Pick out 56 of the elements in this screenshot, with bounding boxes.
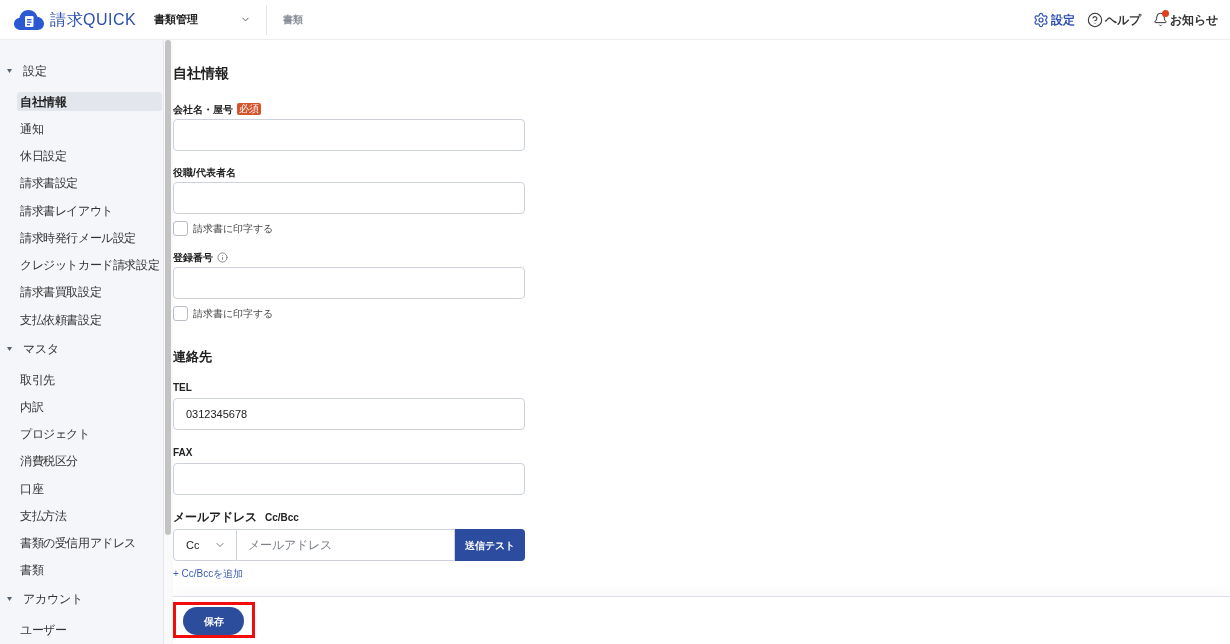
- sidebar-nav-item[interactable]: 休日設定: [17, 146, 162, 166]
- sidebar-nav-item[interactable]: 書類の受信用アドレス: [17, 533, 162, 553]
- sidebar-section-header[interactable]: マスタ: [0, 339, 163, 358]
- sidebar-nav-item[interactable]: 通知: [17, 119, 162, 139]
- sidebar-nav-item[interactable]: プロジェクト: [17, 424, 162, 444]
- field-label: 役職/代表者名: [173, 165, 236, 180]
- sidebar-nav-item[interactable]: クレジットカード請求設定: [17, 255, 162, 275]
- sidebar-nav-item[interactable]: 請求書設定: [17, 173, 162, 193]
- field-label: TEL: [173, 380, 193, 394]
- save-button[interactable]: 保存: [183, 607, 244, 635]
- checkbox-label: 請求書に印字する: [193, 307, 273, 321]
- sidebar-nav-item[interactable]: 請求書買取設定: [17, 282, 162, 302]
- sidebar-nav-item[interactable]: 書類: [17, 560, 162, 580]
- cloud-document-logo-icon: [14, 9, 44, 30]
- field-label: FAX: [173, 445, 194, 459]
- send-test-button[interactable]: 送信テスト: [455, 529, 525, 561]
- required-tag: 必須: [237, 103, 261, 115]
- sidebar-nav-item[interactable]: 取引先: [17, 370, 162, 389]
- sidebar-nav-item[interactable]: 請求時発行メール設定: [17, 228, 162, 248]
- settings-icon: [1033, 11, 1049, 28]
- text-input[interactable]: 0312345678: [173, 398, 525, 430]
- field-sublabel: Cc/Bcc: [265, 510, 299, 525]
- add-cc-bcc-link[interactable]: + Cc/Bccを追加: [173, 565, 244, 581]
- email-input[interactable]: メールアドレス: [237, 529, 455, 561]
- sidebar-nav-item[interactable]: 請求書レイアウト: [17, 201, 162, 220]
- text-input[interactable]: [173, 119, 525, 151]
- section-title: 連絡先: [173, 348, 213, 367]
- text-input[interactable]: [173, 267, 525, 299]
- field-label: メールアドレス: [173, 509, 257, 526]
- sidebar-nav-item[interactable]: 支払依頼書設定: [17, 310, 162, 329]
- bell-icon: [1153, 12, 1168, 27]
- sidebar-nav-item[interactable]: 自社情報: [17, 92, 162, 111]
- sidebar-nav-item[interactable]: ユーザー: [17, 620, 162, 640]
- header-settings-button[interactable]: 設定: [1033, 10, 1075, 29]
- info-icon[interactable]: [217, 251, 228, 263]
- text-input[interactable]: [173, 463, 525, 495]
- text-input[interactable]: [173, 182, 525, 214]
- sidebar-nav-item[interactable]: 消費税区分: [17, 451, 162, 471]
- checkbox[interactable]: [173, 221, 188, 236]
- section-title: 自社情報: [173, 63, 230, 83]
- scrollbar-thumb[interactable]: [165, 40, 171, 535]
- sidebar-nav-item[interactable]: 支払方法: [17, 506, 162, 526]
- checkbox-label: 請求書に印字する: [193, 222, 273, 236]
- app-switcher-dropdown[interactable]: 書類管理: [154, 7, 255, 32]
- sidebar-section-header[interactable]: アカウント: [0, 589, 163, 609]
- help-icon: [1087, 11, 1103, 28]
- checkbox[interactable]: [173, 306, 188, 321]
- cc-select[interactable]: Cc: [173, 529, 237, 561]
- sidebar-nav-item[interactable]: 内訳: [17, 397, 162, 417]
- header-help-button[interactable]: ヘルプ: [1087, 10, 1141, 29]
- field-label: 登録番号: [173, 250, 213, 265]
- app-logo-text: 請求QUICK: [50, 11, 137, 28]
- field-label: 会社名・屋号: [173, 102, 233, 117]
- sidebar-nav-item[interactable]: 口座: [17, 479, 162, 498]
- header-notifications-button[interactable]: お知らせ: [1153, 10, 1218, 29]
- sidebar-section-header[interactable]: 設定: [0, 61, 163, 80]
